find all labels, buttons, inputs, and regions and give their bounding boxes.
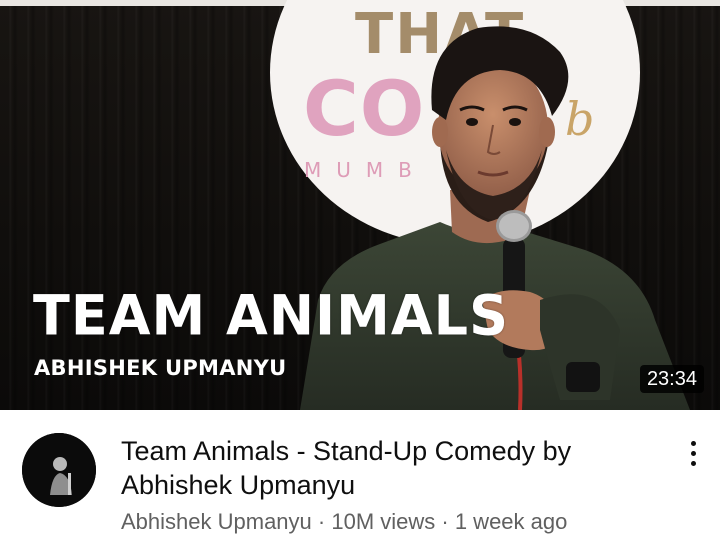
video-title[interactable]: Team Animals - Stand-Up Comedy by Abhish… [121, 434, 641, 502]
duration-badge: 23:34 [639, 365, 704, 393]
more-dot [690, 450, 696, 456]
thumbnail-subtitle-text: ABHISHEK UPMANYU [34, 356, 287, 380]
more-dot [690, 440, 696, 446]
more-vert-icon[interactable] [676, 436, 710, 470]
channel-name[interactable]: Abhishek Upmanyu [121, 509, 312, 534]
more-dot [690, 460, 696, 466]
view-count: 10M views [331, 509, 436, 534]
video-card: THAT CO MUMB b TEAM ANIMALS ABHISHEK UPM… [0, 0, 720, 557]
meta-separator: · [311, 509, 332, 534]
meta-separator: · [435, 509, 455, 534]
channel-avatar[interactable] [22, 433, 96, 507]
comedian-figure [300, 26, 690, 410]
upload-age: 1 week ago [454, 509, 568, 534]
video-thumbnail[interactable]: THAT CO MUMB b TEAM ANIMALS ABHISHEK UPM… [0, 0, 720, 410]
avatar-image [22, 433, 96, 507]
thumbnail-title-text: TEAM ANIMALS [33, 283, 509, 348]
video-metadata: Abhishek Upmanyu · 10M views · 1 week ag… [121, 507, 567, 537]
